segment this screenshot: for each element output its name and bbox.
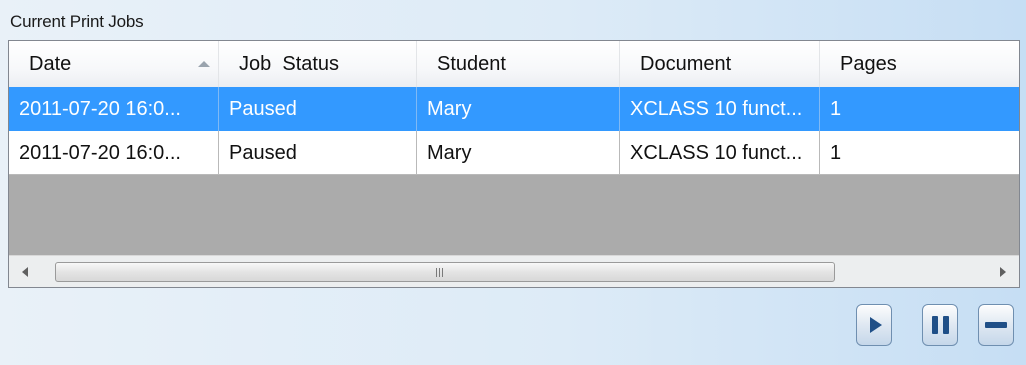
scroll-left-button[interactable] — [9, 256, 41, 287]
cell-pages: 1 — [820, 131, 1019, 175]
column-header-label: Job Status — [239, 52, 340, 75]
cell-date: 2011-07-20 16:0... — [9, 87, 219, 131]
cell-job-status: Paused — [219, 131, 417, 175]
column-header-document[interactable]: Document — [620, 41, 820, 87]
scroll-thumb[interactable] — [55, 262, 835, 282]
cancel-job-button[interactable] — [978, 304, 1014, 346]
column-header-label: Pages — [840, 52, 897, 75]
resume-job-button[interactable] — [856, 304, 892, 346]
cell-date: 2011-07-20 16:0... — [9, 131, 219, 175]
pause-icon — [931, 316, 949, 334]
grid-header: Date Job Status Student Document Pages — [9, 41, 1019, 88]
horizontal-scrollbar[interactable] — [9, 255, 1019, 287]
column-header-student[interactable]: Student — [417, 41, 620, 87]
stop-icon — [985, 322, 1007, 328]
table-row[interactable]: 2011-07-20 16:0... Paused Mary XCLASS 10… — [9, 131, 1019, 175]
cell-pages: 1 — [820, 87, 1019, 131]
cell-document: XCLASS 10 funct... — [620, 87, 820, 131]
sort-ascending-icon — [198, 61, 210, 67]
grip-icon — [436, 268, 443, 277]
table-row-selected[interactable]: 2011-07-20 16:0... Paused Mary XCLASS 10… — [9, 87, 1019, 131]
column-header-label: Date — [29, 52, 72, 75]
cell-job-status: Paused — [219, 87, 417, 131]
cell-document: XCLASS 10 funct... — [620, 131, 820, 175]
column-header-date[interactable]: Date — [9, 41, 219, 87]
arrow-right-icon — [1000, 267, 1006, 277]
column-header-label: Document — [640, 52, 732, 75]
column-header-pages[interactable]: Pages — [820, 41, 1019, 87]
play-icon — [869, 317, 882, 333]
column-header-job-status[interactable]: Job Status — [219, 41, 417, 87]
column-header-label: Student — [437, 52, 506, 75]
print-jobs-grid: Date Job Status Student Document Pages 2… — [8, 40, 1020, 288]
pause-job-button[interactable] — [922, 304, 958, 346]
cell-student: Mary — [417, 131, 620, 175]
arrow-left-icon — [22, 267, 28, 277]
panel-title: Current Print Jobs — [10, 12, 144, 31]
cell-student: Mary — [417, 87, 620, 131]
scroll-right-button[interactable] — [987, 256, 1019, 287]
